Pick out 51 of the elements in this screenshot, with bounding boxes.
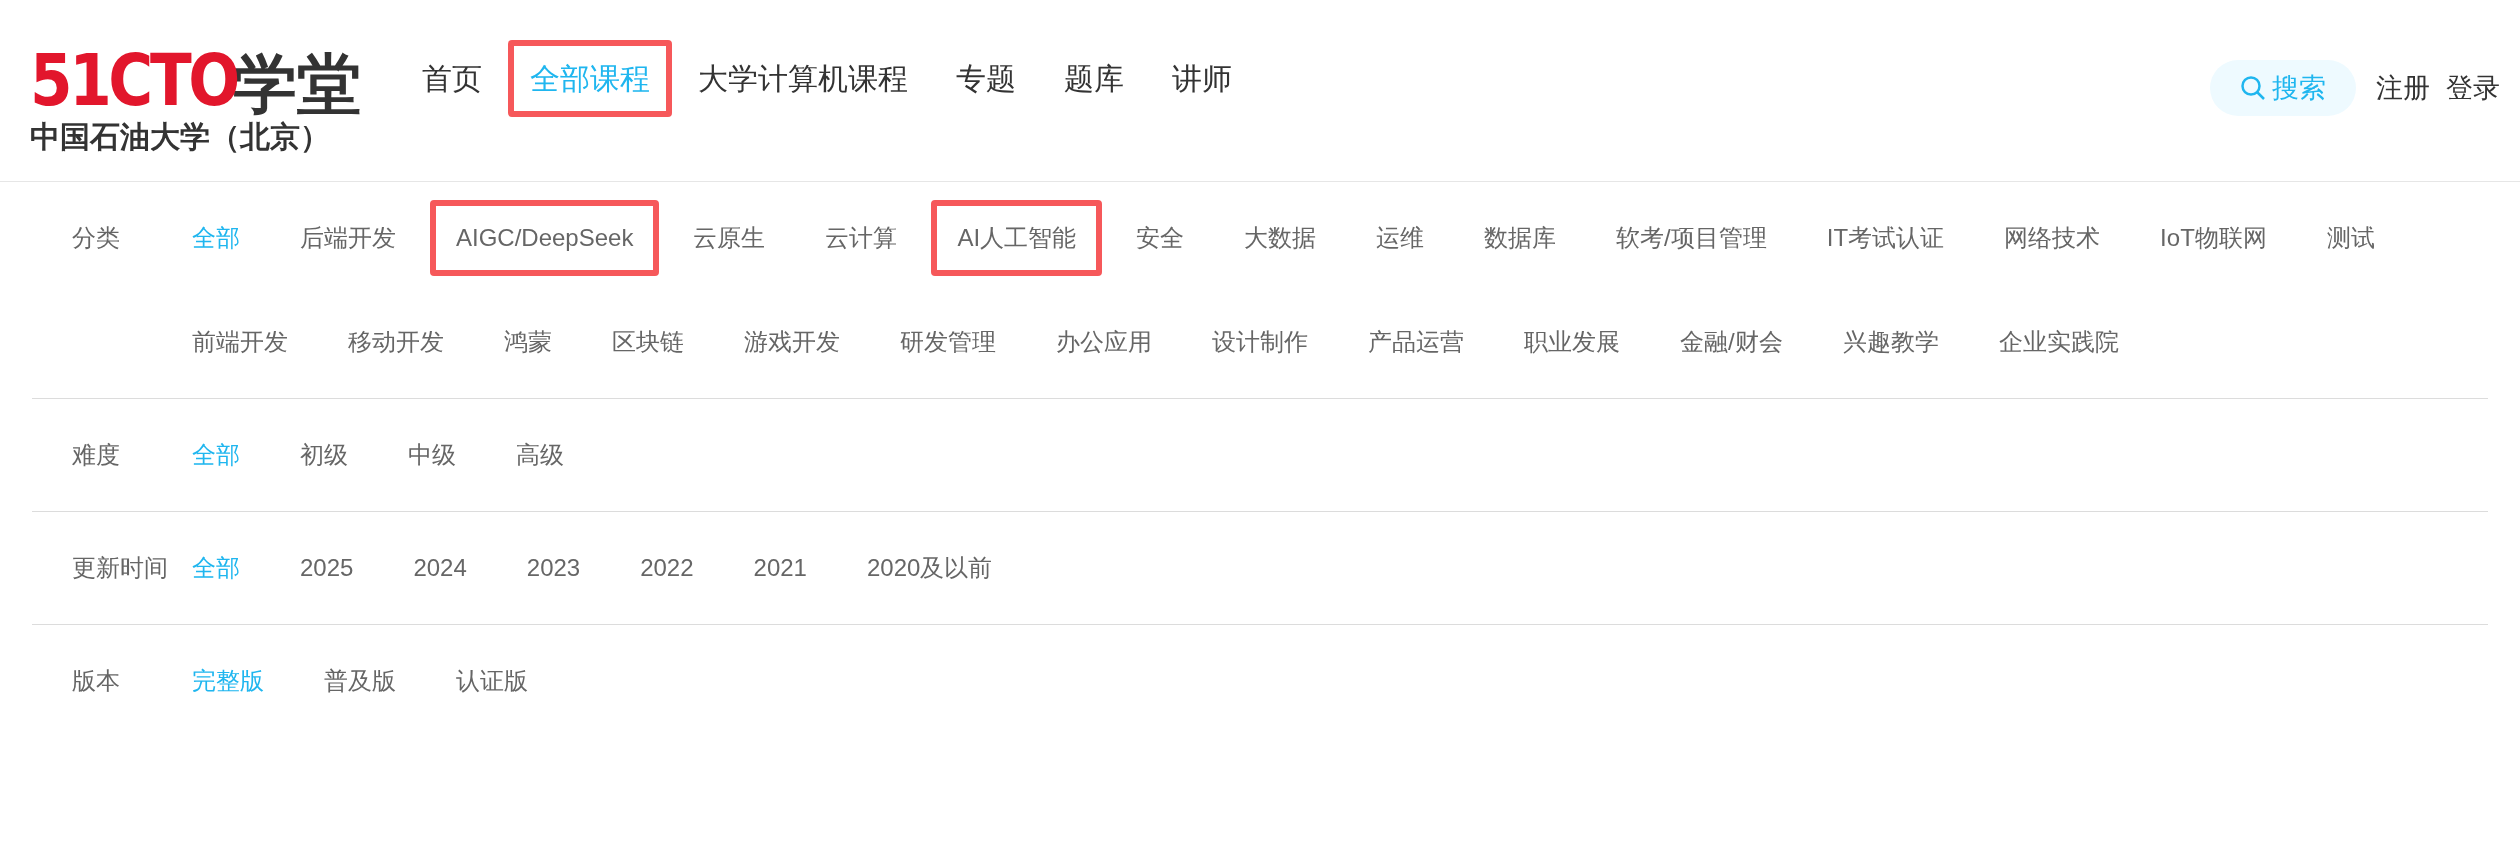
filter-label: 版本 <box>71 666 121 696</box>
filter-option[interactable]: 后端开发 <box>274 200 422 276</box>
filter-label: 分类 <box>71 223 121 253</box>
filter-option[interactable]: 数据库 <box>1458 200 1583 276</box>
filter-option[interactable]: 金融/财会 <box>1654 304 1809 380</box>
filter-option[interactable]: 企业实践院 <box>1972 304 2145 380</box>
school-name: 中国石油大学（北京） <box>30 122 331 152</box>
filter-option[interactable]: 普及版 <box>298 643 422 719</box>
filter-option[interactable]: 软考/项目管理 <box>1590 200 1793 276</box>
filter-option[interactable]: 2023 <box>500 530 607 606</box>
nav-link[interactable]: 首页 <box>400 40 504 117</box>
filter-option[interactable]: IoT物联网 <box>2134 200 2293 276</box>
filter-option[interactable]: 产品运营 <box>1342 304 1490 380</box>
filter-option[interactable]: 测试 <box>2300 200 2401 276</box>
filter-option[interactable]: 移动开发 <box>322 304 470 380</box>
filter-option[interactable]: IT考试认证 <box>1800 200 1971 276</box>
filter-option[interactable]: 2021 <box>727 530 833 606</box>
filter-option[interactable]: 高级 <box>490 417 590 493</box>
filter-option[interactable]: 兴趣教学 <box>1816 304 1965 380</box>
filter-label: 更新时间 <box>71 553 169 583</box>
filter-option[interactable]: 办公应用 <box>1030 304 1178 380</box>
filter-option[interactable]: 大数据 <box>1218 200 1343 276</box>
filter-option[interactable]: AI人工智能 <box>931 200 1103 276</box>
filter-option[interactable]: 云原生 <box>667 200 792 276</box>
filter-option[interactable]: 前端开发 <box>166 304 314 380</box>
filter-option[interactable]: 2024 <box>387 530 493 606</box>
nav-link[interactable]: 题库 <box>1042 40 1146 117</box>
nav-link[interactable]: 大学计算机课程 <box>676 40 930 117</box>
filter-option[interactable]: AIGC/DeepSeek <box>430 200 660 276</box>
filter-option[interactable]: 2022 <box>614 530 720 606</box>
filter-option[interactable]: 初级 <box>274 417 374 493</box>
filter-option[interactable]: 游戏开发 <box>718 304 866 380</box>
filter-option[interactable]: 认证版 <box>430 643 554 719</box>
nav-link[interactable]: 讲师 <box>1150 40 1254 117</box>
filter-option[interactable]: 运维 <box>1350 200 1451 276</box>
account-link[interactable]: 登录 <box>2446 67 2500 109</box>
filter-option[interactable]: 设计制作 <box>1186 304 1334 380</box>
filter-option[interactable]: 区块链 <box>586 304 710 380</box>
filter-option[interactable]: 安全 <box>1110 200 1211 276</box>
filter-option[interactable]: 中级 <box>382 417 482 493</box>
account-link[interactable]: 注册 <box>2376 67 2430 109</box>
nav-link[interactable]: 专题 <box>934 40 1038 117</box>
filter-option[interactable]: 2025 <box>274 530 380 606</box>
search-icon <box>2240 75 2266 101</box>
filter-option[interactable]: 职业发展 <box>1498 304 1646 380</box>
filter-option[interactable]: 云计算 <box>799 200 924 276</box>
filter-option[interactable]: 研发管理 <box>874 304 1022 380</box>
filter-option[interactable]: 2020及以前 <box>840 530 1019 606</box>
filter-label: 难度 <box>71 440 121 470</box>
filter-option[interactable]: 网络技术 <box>1978 200 2127 276</box>
filter-option[interactable]: 鸿蒙 <box>478 304 578 380</box>
